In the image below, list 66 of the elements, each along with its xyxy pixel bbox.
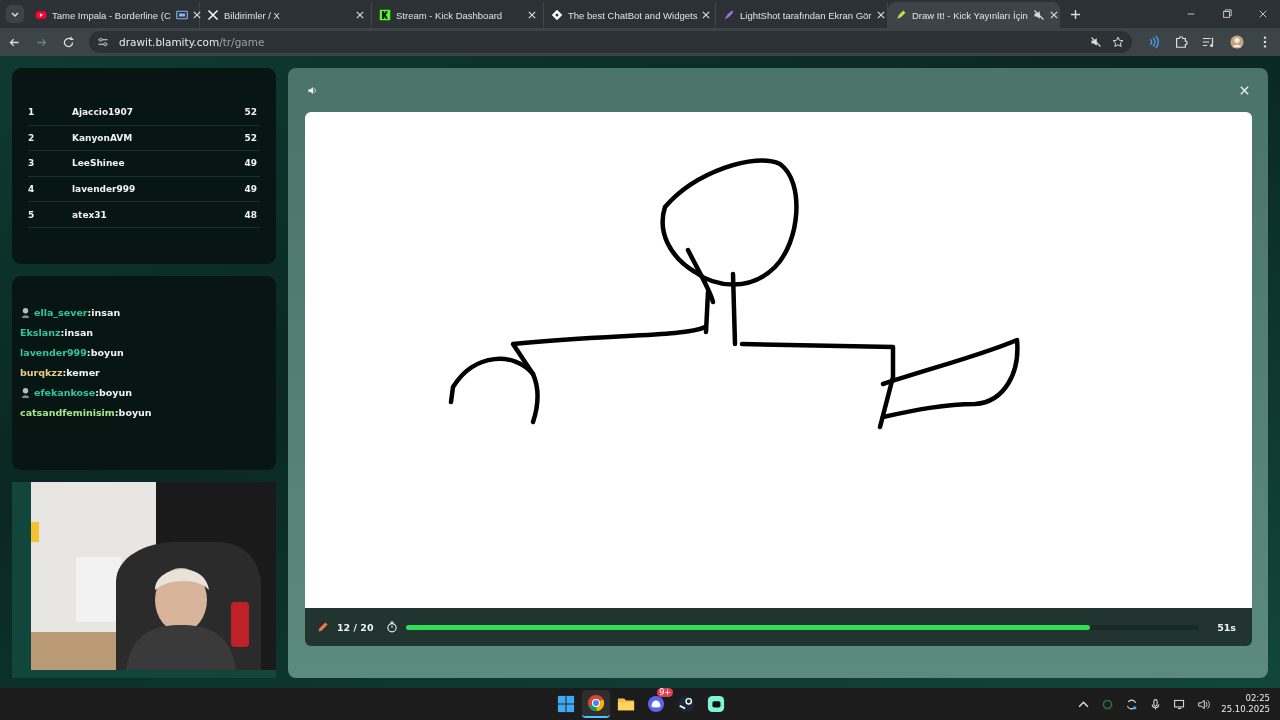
notification-badge: 9+ <box>657 688 673 697</box>
taskbar-app[interactable]: 9+ <box>642 690 670 718</box>
player-name: KanyonAVM <box>72 132 134 143</box>
close-tab-icon[interactable] <box>1049 11 1058 19</box>
mute-icon[interactable] <box>1032 9 1045 21</box>
close-tab-icon[interactable] <box>192 11 201 19</box>
player-name: Ajaccio1907 <box>72 107 135 118</box>
chrome-logo-icon <box>587 694 605 712</box>
chevron-down-icon <box>10 9 20 19</box>
rank-text: 3 <box>28 158 36 169</box>
site-settings-icon[interactable] <box>97 36 109 48</box>
extensions-icon[interactable] <box>1174 35 1188 49</box>
rank-text: 5 <box>28 209 36 220</box>
feather-icon <box>723 9 735 21</box>
restore-icon[interactable] <box>1222 9 1232 19</box>
reload-icon[interactable] <box>62 35 75 49</box>
windows-logo-icon <box>557 695 575 713</box>
taskbar-app[interactable] <box>582 690 610 718</box>
clock[interactable]: 02:25 25.10.2025 <box>1221 693 1270 715</box>
close-tab-icon[interactable] <box>876 11 885 19</box>
circle-icon[interactable] <box>1101 697 1115 711</box>
player-name: lavender999 <box>72 184 137 195</box>
close-tab-icon[interactable] <box>702 11 711 19</box>
close-tab-icon[interactable] <box>528 11 536 19</box>
round-counter: 12 / 20 <box>337 621 374 633</box>
address-bar[interactable]: drawit.blamity.com/tr/game <box>89 31 1132 53</box>
player-name: atex31 <box>72 209 108 220</box>
steam-logo-icon <box>677 695 695 713</box>
pencil-icon <box>895 9 907 21</box>
chat-message: catsandfeminisim:boyun <box>20 406 152 418</box>
score-text: 49 <box>244 184 257 195</box>
rank-text: 1 <box>28 107 36 118</box>
close-tab-icon[interactable] <box>356 11 364 19</box>
score-text: 52 <box>244 132 257 143</box>
streamlabs-icon <box>707 695 725 713</box>
profile-avatar-icon[interactable] <box>1230 35 1244 49</box>
diamond-icon <box>551 9 563 21</box>
chat-message: ella_sever:insan <box>34 306 121 318</box>
mute-icon[interactable] <box>1090 36 1102 48</box>
chat-message: lavender999:boyun <box>20 346 124 358</box>
sync-icon[interactable] <box>1125 697 1139 711</box>
k-logo-icon <box>379 9 391 21</box>
close-icon[interactable] <box>1239 84 1250 96</box>
url-text: drawit.blamity.com/tr/game <box>119 36 266 48</box>
player-name: LeeShinee <box>72 158 126 169</box>
score-text: 49 <box>244 158 257 169</box>
time-left-text: 51s <box>1217 621 1236 633</box>
media-queue-icon[interactable] <box>1202 35 1216 49</box>
volume-icon[interactable] <box>1197 697 1211 711</box>
rank-text: 4 <box>28 184 36 195</box>
network-icon[interactable] <box>1173 697 1187 711</box>
bookmark-star-icon[interactable] <box>1112 36 1124 48</box>
score-text: 48 <box>244 209 257 220</box>
x-logo-icon <box>207 9 219 21</box>
chat-message: efekankose:boyun <box>34 386 133 398</box>
chat-message: Ekslanz:insan <box>20 326 94 338</box>
new-tab-icon[interactable] <box>1070 8 1081 20</box>
pencil-icon <box>317 621 329 633</box>
chat-message: burqkzz:kemer <box>20 366 100 378</box>
close-icon[interactable] <box>1258 9 1268 19</box>
tab-search-button[interactable] <box>6 5 24 23</box>
rank-text: 2 <box>28 132 36 143</box>
browser-tab[interactable]: Draw It! - Kick Yayınları İçin <box>888 2 1060 28</box>
play-icon <box>35 9 47 21</box>
score-text: 52 <box>244 107 257 118</box>
stopwatch-icon <box>385 621 398 633</box>
